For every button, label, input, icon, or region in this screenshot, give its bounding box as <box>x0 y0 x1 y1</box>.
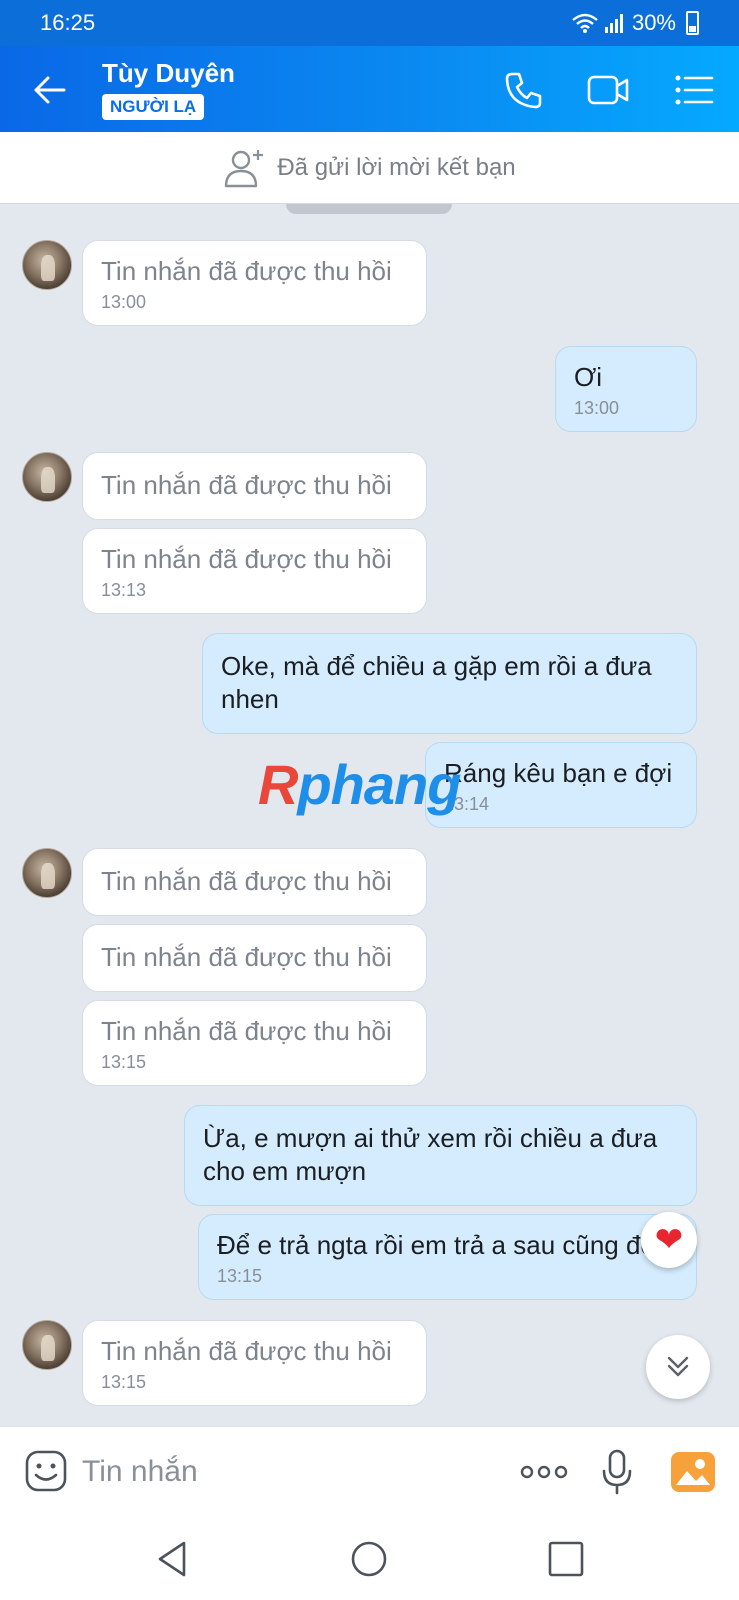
status-right: 30% <box>572 10 699 36</box>
message-text: Ừa, e mượn ai thử xem rồi chiều a đưa ch… <box>203 1123 658 1186</box>
avatar[interactable] <box>22 848 72 898</box>
message-text: Tin nhắn đã được thu hồi <box>101 1336 392 1366</box>
stranger-badge: NGƯỜI LẠ <box>102 94 205 120</box>
chevron-double-down-icon <box>667 1356 689 1377</box>
message-time: 13:00 <box>574 398 620 418</box>
message-text: Tin nhắn đã được thu hồi <box>101 256 392 286</box>
image-gallery-icon[interactable] <box>670 1451 716 1493</box>
message-bubble[interactable]: Tin nhắn đã được thu hồi 13:13 <box>82 528 427 614</box>
phone-icon[interactable] <box>502 68 546 112</box>
message-text: Tin nhắn đã được thu hồi <box>101 866 392 896</box>
system-nav-bar <box>0 1516 739 1600</box>
heart-icon[interactable]: ❤ <box>641 1212 697 1268</box>
watermark-logo: Rphang <box>258 752 461 817</box>
message-text: Ráng kêu bạn e đợi <box>444 758 673 788</box>
avatar[interactable] <box>22 452 72 502</box>
message-text: Tin nhắn đã được thu hồi <box>101 470 392 500</box>
message-bubble[interactable]: Tin nhắn đã được thu hồi <box>82 924 427 992</box>
nav-back-icon[interactable] <box>152 1538 194 1580</box>
avatar[interactable] <box>22 1320 72 1370</box>
message-bubble[interactable]: Ơi 13:00 <box>555 346 697 432</box>
message-bubble[interactable]: Tin nhắn đã được thu hồi <box>82 848 427 916</box>
message-text: Tin nhắn đã được thu hồi <box>101 544 392 574</box>
message-text: Oke, mà để chiều a gặp em rồi a đưa nhen <box>221 651 652 714</box>
scroll-to-bottom-button[interactable] <box>646 1335 710 1399</box>
contact-name[interactable]: Tùy Duyên <box>102 58 235 89</box>
signal-icon <box>604 14 623 33</box>
status-time: 16:25 <box>40 10 96 35</box>
chat-header: Tùy Duyên NGƯỜI LẠ <box>0 46 739 132</box>
message-bubble[interactable]: Tin nhắn đã được thu hồi 13:15 <box>82 1000 427 1086</box>
message-time: 13:15 <box>217 1266 263 1286</box>
wifi-icon <box>572 13 598 33</box>
message-bubble[interactable]: Oke, mà để chiều a gặp em rồi a đưa nhen <box>202 633 697 734</box>
message-time: 13:15 <box>101 1052 147 1072</box>
watermark-part2: phang <box>297 753 461 816</box>
message-time: 13:14 <box>444 794 490 814</box>
nav-recents-icon[interactable] <box>545 1538 587 1580</box>
message-bubble[interactable]: Tin nhắn đã được thu hồi <box>82 452 427 520</box>
date-divider <box>286 204 452 214</box>
message-text: Ơi <box>574 362 603 392</box>
message-bubble[interactable]: Để e trả ngta rồi em trả a sau cũng đc 1… <box>198 1214 697 1300</box>
battery-percent: 30% <box>631 10 676 35</box>
emoji-icon[interactable] <box>24 1449 68 1493</box>
message-text: Để e trả ngta rồi em trả a sau cũng đc <box>217 1230 654 1260</box>
message-input-bar <box>0 1426 739 1516</box>
arrow-left-icon[interactable] <box>30 70 70 110</box>
avatar[interactable] <box>22 240 72 290</box>
video-camera-icon[interactable] <box>586 68 630 112</box>
message-bubble[interactable]: Ừa, e mượn ai thử xem rồi chiều a đưa ch… <box>184 1105 697 1206</box>
status-bar: 16:25 30% <box>0 0 739 46</box>
battery-icon <box>686 11 699 35</box>
message-time: 13:00 <box>101 292 147 312</box>
message-time: 13:13 <box>101 580 147 600</box>
message-input[interactable] <box>82 1449 402 1495</box>
friend-request-text: Đã gửi lời mời kết bạn <box>277 153 516 181</box>
message-time: 13:15 <box>101 1372 147 1392</box>
microphone-icon[interactable] <box>600 1449 634 1495</box>
message-text: Tin nhắn đã được thu hồi <box>101 942 392 972</box>
add-user-icon <box>225 149 264 187</box>
watermark-part1: R <box>258 753 298 816</box>
message-bubble[interactable]: Tin nhắn đã được thu hồi 13:15 <box>82 1320 427 1406</box>
nav-home-icon[interactable] <box>348 1538 390 1580</box>
message-text: Tin nhắn đã được thu hồi <box>101 1016 392 1046</box>
message-bubble[interactable]: Tin nhắn đã được thu hồi 13:00 <box>82 240 427 326</box>
list-menu-icon[interactable] <box>672 68 716 112</box>
more-dots-icon[interactable] <box>519 1455 569 1489</box>
friend-request-bar[interactable]: Đã gửi lời mời kết bạn <box>0 132 739 204</box>
message-bubble[interactable]: Ráng kêu bạn e đợi 13:14 <box>425 742 697 828</box>
